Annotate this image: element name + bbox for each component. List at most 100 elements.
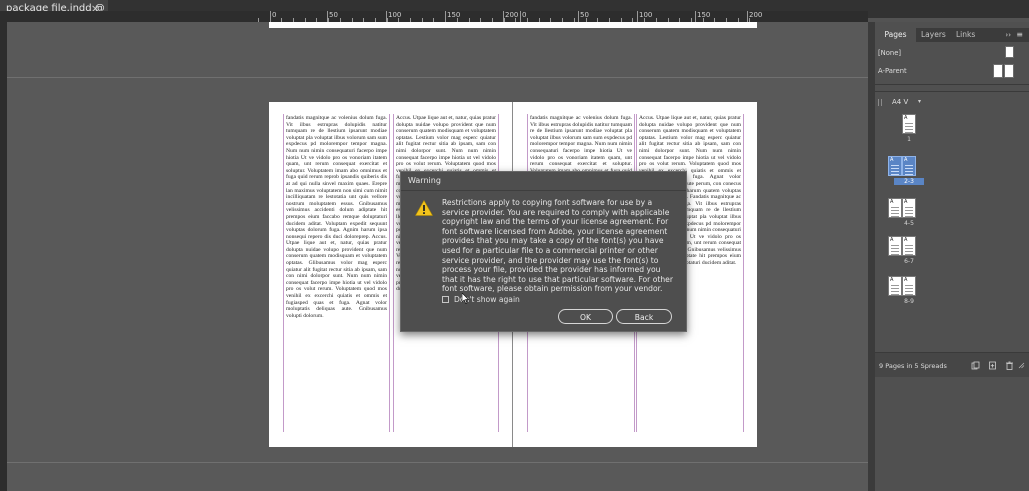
thumbnail-text-line	[905, 294, 913, 295]
warning-icon	[415, 200, 433, 216]
spread-label[interactable]: 8-9	[894, 298, 924, 305]
new-page-icon[interactable]	[988, 361, 997, 370]
ruler-tick-major	[695, 11, 696, 22]
panel-footer: 9 Pages in 5 Spreads	[875, 352, 1029, 377]
tab-pages[interactable]: Pages	[875, 28, 916, 42]
master-marker: A	[890, 277, 894, 283]
mouse-cursor-icon	[462, 293, 469, 304]
page-thumbnail[interactable]: A	[888, 156, 902, 176]
resize-handle-icon[interactable]	[1018, 362, 1025, 369]
spread-label[interactable]: 2-3	[894, 178, 924, 185]
thumbnail-text-line	[905, 216, 913, 217]
ruler-tick-major	[520, 11, 521, 22]
panel-section-divider	[875, 91, 1029, 92]
master-none[interactable]: [None]	[878, 49, 901, 57]
back-button[interactable]: Back	[616, 309, 672, 324]
thumbnail-text-line	[905, 210, 913, 211]
thumbnail-text-line	[905, 288, 913, 289]
trash-icon[interactable]	[1005, 361, 1014, 370]
thumbnail-text-line	[905, 291, 913, 292]
master-a-parent[interactable]: A-Parent	[878, 67, 907, 75]
drag-handle-icon[interactable]	[878, 99, 882, 106]
page-thumbnail[interactable]: A	[902, 276, 916, 296]
ruler-label: 200	[505, 11, 519, 19]
dont-show-again-option[interactable]: Don't show again	[442, 294, 520, 304]
ruler-tick-major	[637, 11, 638, 22]
thumbnail-text-line	[891, 248, 899, 249]
previous-spread-edge	[269, 22, 757, 28]
master-marker: A	[904, 199, 908, 205]
thumbnail-text-line	[891, 171, 899, 172]
thumbnail-text-line	[891, 168, 899, 169]
ruler-label: 0	[522, 11, 527, 19]
thumbnail-text-line	[891, 288, 899, 289]
thumbnail-text-line	[905, 168, 913, 169]
thumbnail-text-line	[891, 291, 899, 292]
page-thumbnail[interactable]: A	[888, 276, 902, 296]
dialog-title: Warning	[408, 176, 441, 185]
thumbnail-text-line	[905, 251, 913, 252]
thumbnail-text-line	[905, 171, 913, 172]
master-marker: A	[904, 277, 908, 283]
thumbnail-text-line	[905, 207, 913, 208]
master-marker: A	[890, 157, 894, 163]
master-marker: A	[904, 115, 908, 121]
thumbnail-text-line	[905, 248, 913, 249]
master-a-parent-right-thumbnail[interactable]	[1004, 64, 1014, 78]
thumbnail-text-line	[891, 245, 899, 246]
spread-label[interactable]: 6-7	[894, 258, 924, 265]
master-marker: A	[890, 237, 894, 243]
ruler-tick-major	[747, 11, 748, 22]
edit-page-size-icon[interactable]	[971, 361, 980, 370]
thumbnail-text-line	[905, 123, 913, 124]
spread-label[interactable]: 1	[894, 136, 924, 143]
tab-layers[interactable]: Layers	[921, 28, 946, 42]
thumbnail-text-line	[905, 132, 913, 133]
thumbnail-text-line	[905, 174, 913, 175]
thumbnail-text-line	[891, 210, 899, 211]
thumbnail-text-line	[891, 216, 899, 217]
thumbnail-text-line	[905, 245, 913, 246]
tab-links[interactable]: Links	[956, 28, 975, 42]
vertical-ruler[interactable]	[0, 22, 7, 491]
ruler-label: 100	[639, 11, 653, 19]
thumbnail-text-line	[891, 254, 899, 255]
panel-section-divider	[875, 84, 1029, 85]
ruler-label: 150	[447, 11, 461, 19]
page-thumbnail[interactable]: A	[888, 236, 902, 256]
collapse-panel-icon[interactable]: ››	[1005, 28, 1011, 42]
thumbnail-text-line	[891, 294, 899, 295]
chevron-down-icon[interactable]: ▾	[918, 98, 921, 105]
text-frame[interactable]: fandatis magnitque ac volenius dolum fug…	[283, 114, 390, 432]
panel-menu-icon[interactable]: ≡	[1016, 28, 1023, 42]
page-thumbnail[interactable]: A	[902, 114, 916, 134]
pages-panel: Pages Layers Links ›› ≡ [None] A-Parent …	[875, 22, 1029, 491]
ruler-label: 0	[272, 11, 277, 19]
page-size-selector[interactable]: A4 V	[892, 98, 908, 106]
thumbnail-text-line	[891, 207, 899, 208]
thumbnail-text-line	[891, 165, 899, 166]
page-thumbnail[interactable]: A	[902, 236, 916, 256]
page-thumbnail[interactable]: A	[888, 198, 902, 218]
panel-dock-strip[interactable]	[868, 22, 875, 491]
master-none-thumbnail[interactable]	[1005, 46, 1014, 58]
master-marker: A	[904, 157, 908, 163]
pages-count-status: 9 Pages in 5 Spreads	[879, 362, 947, 370]
page-thumbnail[interactable]: A	[902, 156, 916, 176]
ruler-label: 50	[329, 11, 338, 19]
master-a-parent-left-thumbnail[interactable]	[993, 64, 1003, 78]
ruler-label: 100	[388, 11, 402, 19]
ok-button[interactable]: OK	[558, 309, 613, 324]
thumbnail-text-line	[905, 285, 913, 286]
horizontal-ruler[interactable]: 0 50 100 150 200 0 50 100 150 200	[0, 11, 868, 22]
spread-label[interactable]: 4-5	[894, 220, 924, 227]
thumbnail-text-line	[905, 213, 913, 214]
thumbnail-text-line	[891, 285, 899, 286]
page-thumbnail[interactable]: A	[902, 198, 916, 218]
thumbnail-text-line	[905, 254, 913, 255]
ruler-label: 200	[749, 11, 763, 19]
pasteboard-divider	[7, 462, 868, 463]
dont-show-again-checkbox[interactable]	[442, 295, 449, 303]
thumbnail-text-line	[891, 213, 899, 214]
panel-tab-bar: Pages Layers Links ›› ≡	[875, 28, 1029, 42]
